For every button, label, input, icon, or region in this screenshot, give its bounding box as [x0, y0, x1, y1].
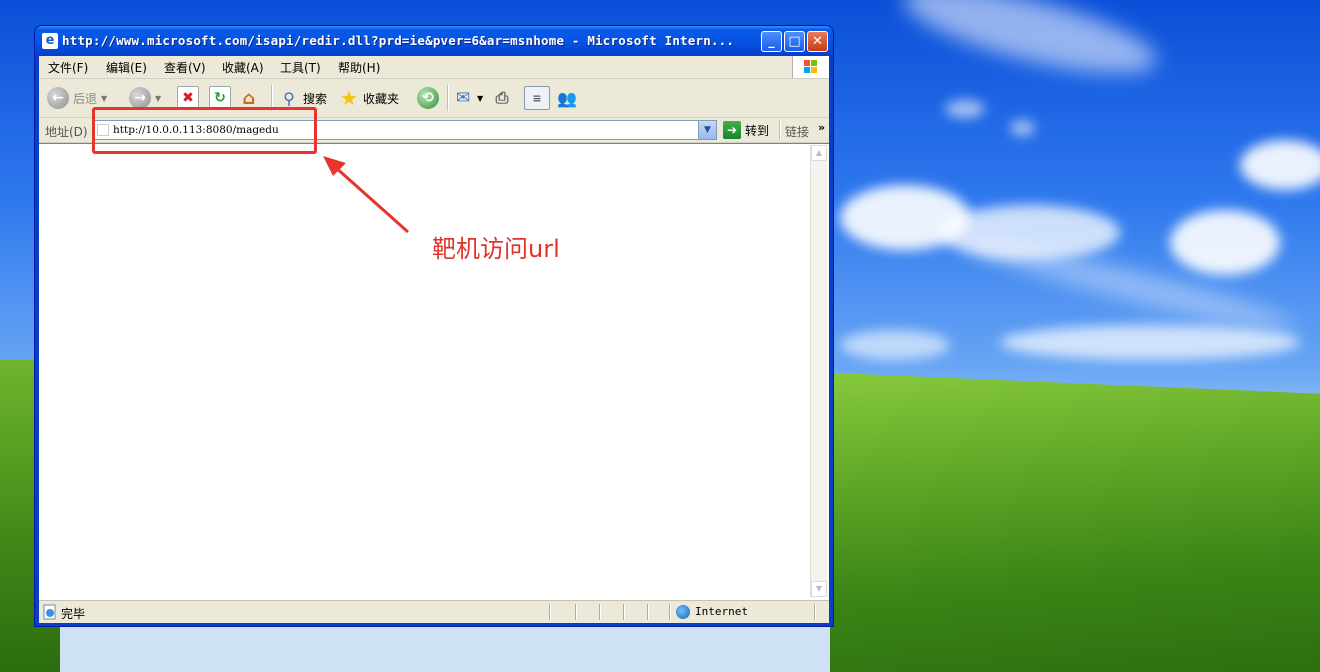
annotation-label: 靶机访问url [432, 235, 560, 263]
annotation-arrow [323, 156, 409, 234]
